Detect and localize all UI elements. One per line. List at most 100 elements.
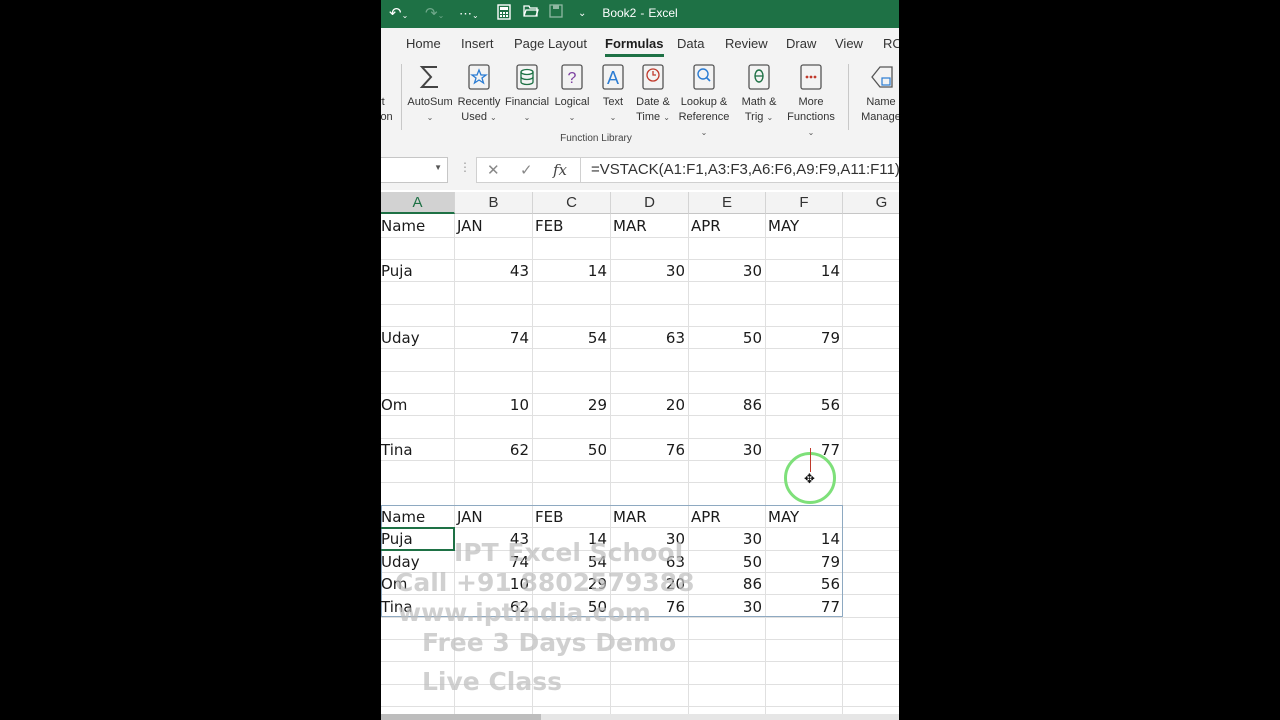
chevron-down-icon: ⌄ [807, 128, 815, 137]
cell-month[interactable]: JAN [457, 215, 483, 237]
cell-month[interactable]: APR [691, 215, 721, 237]
excel-window: ↶⌄ ↷⌄ ⋯⌄ ⌄ Book2- Excel Home Insert Page … [381, 0, 899, 720]
spill-cell-value[interactable]: 30 [689, 528, 762, 550]
math-trig-label-1: Math & [741, 96, 777, 108]
cell-value[interactable]: 29 [533, 394, 607, 416]
cell-name[interactable]: Name [381, 215, 425, 237]
cell-value[interactable]: 30 [689, 439, 762, 461]
clock-book-icon [640, 63, 666, 91]
cell-value[interactable]: 30 [689, 260, 762, 282]
cell-name[interactable]: Om [381, 394, 407, 416]
cell-name[interactable]: Uday [381, 327, 420, 349]
cell-value[interactable]: 63 [611, 327, 685, 349]
cell-value[interactable]: 30 [611, 260, 685, 282]
name-box[interactable]: ▼ [381, 157, 448, 183]
column-header-a[interactable]: A [381, 192, 455, 214]
tab-data[interactable]: Data [677, 36, 704, 51]
chevron-down-icon: ⌄ [568, 113, 576, 122]
text-button[interactable]: A Text ⌄ [596, 63, 630, 125]
cell-name[interactable]: Puja [381, 260, 413, 282]
cell-month[interactable]: FEB [535, 215, 563, 237]
gridline [381, 661, 899, 662]
tab-view[interactable]: View [835, 36, 863, 51]
spill-cell-value[interactable]: 77 [766, 596, 840, 618]
column-header-b[interactable]: B [455, 192, 533, 214]
scrollbar-thumb[interactable] [381, 714, 541, 720]
logical-button[interactable]: ? Logical ⌄ [551, 63, 593, 125]
formula-input[interactable]: =VSTACK(A1:F1,A3:F3,A6:F6,A9:F9,A11:F11) [580, 157, 899, 183]
name-manager-label-1: Name [866, 96, 896, 108]
spill-cell-month[interactable]: MAR [613, 506, 647, 528]
math-trig-button[interactable]: Math & Trig ⌄ [738, 63, 780, 125]
cell-value[interactable]: 14 [533, 260, 607, 282]
spill-cell-value[interactable]: 14 [766, 528, 840, 550]
spill-cell-value[interactable]: 79 [766, 551, 840, 573]
cancel-icon[interactable]: ✕ [487, 161, 500, 179]
enter-icon[interactable]: ✓ [520, 161, 533, 179]
autosum-button[interactable]: AutoSum ⌄ [407, 63, 453, 125]
cell-value[interactable]: 20 [611, 394, 685, 416]
chevron-down-icon: ⌄ [523, 113, 531, 122]
spill-cell-month[interactable]: FEB [535, 506, 563, 528]
cell-month[interactable]: MAR [613, 215, 647, 237]
cell-value[interactable]: 74 [455, 327, 529, 349]
tab-rc[interactable]: RC [883, 36, 899, 51]
formula-bar: ▼ ⋮ ✕ ✓ fx =VSTACK(A1:F1,A3:F3,A6:F6,A9:… [381, 150, 899, 190]
tab-draw[interactable]: Draw [786, 36, 816, 51]
spill-cell-month[interactable]: APR [691, 506, 721, 528]
cell-value[interactable]: 62 [455, 439, 529, 461]
spill-cell-name[interactable]: Name [381, 506, 425, 528]
spill-cell-value[interactable]: 30 [689, 596, 762, 618]
worksheet-grid[interactable]: A B C D E F G Name JAN FEB MAR APR MAY P… [381, 192, 899, 720]
date-time-button[interactable]: Date & Time ⌄ [632, 63, 674, 125]
name-tag-icon [868, 63, 894, 91]
lookup-reference-button[interactable]: Lookup & Reference ⌄ [676, 63, 732, 140]
drag-handle-icon[interactable]: ⋮ [459, 160, 471, 174]
spill-cell-value[interactable]: 56 [766, 573, 840, 595]
chevron-down-icon[interactable]: ▼ [434, 163, 442, 172]
more-functions-button[interactable]: More Functions ⌄ [783, 63, 839, 140]
cell-name[interactable]: Tina [381, 439, 413, 461]
column-header-d[interactable]: D [611, 192, 689, 214]
cell-value[interactable]: 43 [455, 260, 529, 282]
lookup-reference-label-2: Reference [678, 111, 730, 123]
function-library-label: Function Library [560, 133, 632, 144]
cell-value[interactable]: 50 [689, 327, 762, 349]
column-header-f[interactable]: F [766, 192, 843, 214]
column-header-e[interactable]: E [689, 192, 766, 214]
cell-value[interactable]: 50 [533, 439, 607, 461]
lookup-reference-label-1: Lookup & [680, 96, 728, 108]
cell-value[interactable]: 79 [766, 327, 840, 349]
column-header-c[interactable]: C [533, 192, 611, 214]
tab-insert[interactable]: Insert [461, 36, 494, 51]
gridline [381, 706, 899, 707]
tab-page-layout[interactable]: Page Layout [514, 36, 587, 51]
cell-value[interactable]: 86 [689, 394, 762, 416]
name-manager-button[interactable]: Name Manage [857, 63, 899, 125]
horizontal-scrollbar[interactable] [381, 714, 899, 720]
spill-cell-value[interactable]: 86 [689, 573, 762, 595]
cell-value[interactable]: 76 [611, 439, 685, 461]
spill-cell-month[interactable]: JAN [457, 506, 483, 528]
cell-value[interactable]: 54 [533, 327, 607, 349]
insert-function-icon[interactable]: fx [553, 161, 567, 179]
spill-cell-month[interactable]: MAY [768, 506, 799, 528]
tab-home[interactable]: Home [406, 36, 441, 51]
spill-cell-name[interactable]: Puja [381, 528, 413, 550]
chevron-down-icon: ⌄ [426, 113, 434, 122]
gridline [381, 304, 899, 305]
cell-value[interactable]: 14 [766, 260, 840, 282]
insert-function-label-2: ion [381, 111, 393, 123]
cell-value[interactable]: 56 [766, 394, 840, 416]
financial-button[interactable]: Financial ⌄ [505, 63, 549, 125]
ribbon-formulas: rt ion AutoSum ⌄ Recently Used ⌄ Financi… [381, 58, 899, 151]
tab-formulas[interactable]: Formulas [605, 36, 664, 57]
insert-function-button[interactable]: rt ion [381, 95, 393, 125]
cell-value[interactable]: 10 [455, 394, 529, 416]
cell-month[interactable]: MAY [768, 215, 799, 237]
tab-review[interactable]: Review [725, 36, 768, 51]
spill-cell-value[interactable]: 50 [689, 551, 762, 573]
gridline [842, 214, 843, 720]
column-header-g[interactable]: G [843, 192, 899, 214]
recently-used-button[interactable]: Recently Used ⌄ [456, 63, 502, 125]
